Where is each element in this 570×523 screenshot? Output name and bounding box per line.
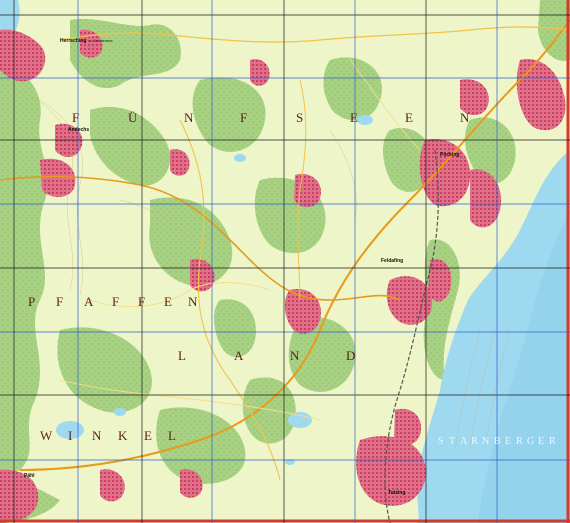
region-letter: W — [40, 428, 53, 443]
lake-letter: E — [538, 436, 547, 447]
town-label-tutzing[interactable]: Tutzing — [388, 490, 405, 496]
region-letter: E — [164, 294, 173, 309]
region-letter: A — [84, 294, 94, 309]
lake-letter: B — [494, 436, 504, 447]
region-letter: L — [178, 348, 187, 363]
region-letter: L — [168, 428, 177, 443]
region-letter: F — [56, 294, 64, 309]
region-letter: E — [350, 110, 359, 125]
town-label-andechs[interactable]: Andechs — [68, 127, 89, 133]
lake-letter: N — [482, 436, 492, 447]
region-letter: D — [346, 348, 356, 363]
region-letter: F — [72, 110, 80, 125]
region-letter: N — [188, 294, 198, 309]
region-letter: I — [68, 428, 73, 443]
region-letter: N — [92, 428, 102, 443]
lake-label-starnberger: S T A R N B E R G E R — [438, 436, 559, 447]
topographic-map[interactable]: F Ü N F S E E N P F A F F E N L A N D W … — [0, 0, 570, 523]
lake-letter: R — [549, 436, 559, 447]
region-letter: F — [240, 110, 248, 125]
pond-2 — [357, 115, 373, 125]
lake-letter: E — [505, 436, 514, 447]
region-letter: Ü — [128, 110, 138, 125]
region-letter: S — [296, 110, 304, 125]
region-letter: E — [405, 110, 414, 125]
lake-letter: S — [438, 436, 447, 447]
region-letter: E — [144, 428, 153, 443]
region-letter: N — [184, 110, 194, 125]
lake-letter: T — [449, 436, 458, 447]
region-letter: P — [28, 294, 36, 309]
pond-3 — [288, 412, 312, 428]
town-label-pahl[interactable]: Pähl — [24, 473, 35, 479]
region-letter: N — [290, 348, 300, 363]
town-sublabel-herrsching: a. Ammersee — [89, 38, 113, 43]
pond-7 — [484, 303, 492, 309]
region-letter: A — [234, 348, 244, 363]
town-label-feldafing[interactable]: Feldafing — [381, 258, 403, 264]
lake-letter: R — [516, 436, 526, 447]
lake-letter: A — [460, 436, 470, 447]
town-label-herrsching[interactable]: Herrsching — [60, 38, 86, 44]
region-letter: F — [112, 294, 120, 309]
town-label-poecking[interactable]: Pöcking — [440, 152, 459, 158]
pond-1 — [234, 154, 246, 162]
region-letter: N — [460, 110, 470, 125]
lake-letter: R — [471, 436, 481, 447]
lake-letter: G — [527, 436, 537, 447]
pond-5 — [114, 408, 126, 416]
region-letter: F — [138, 294, 146, 309]
region-letter: K — [118, 428, 128, 443]
